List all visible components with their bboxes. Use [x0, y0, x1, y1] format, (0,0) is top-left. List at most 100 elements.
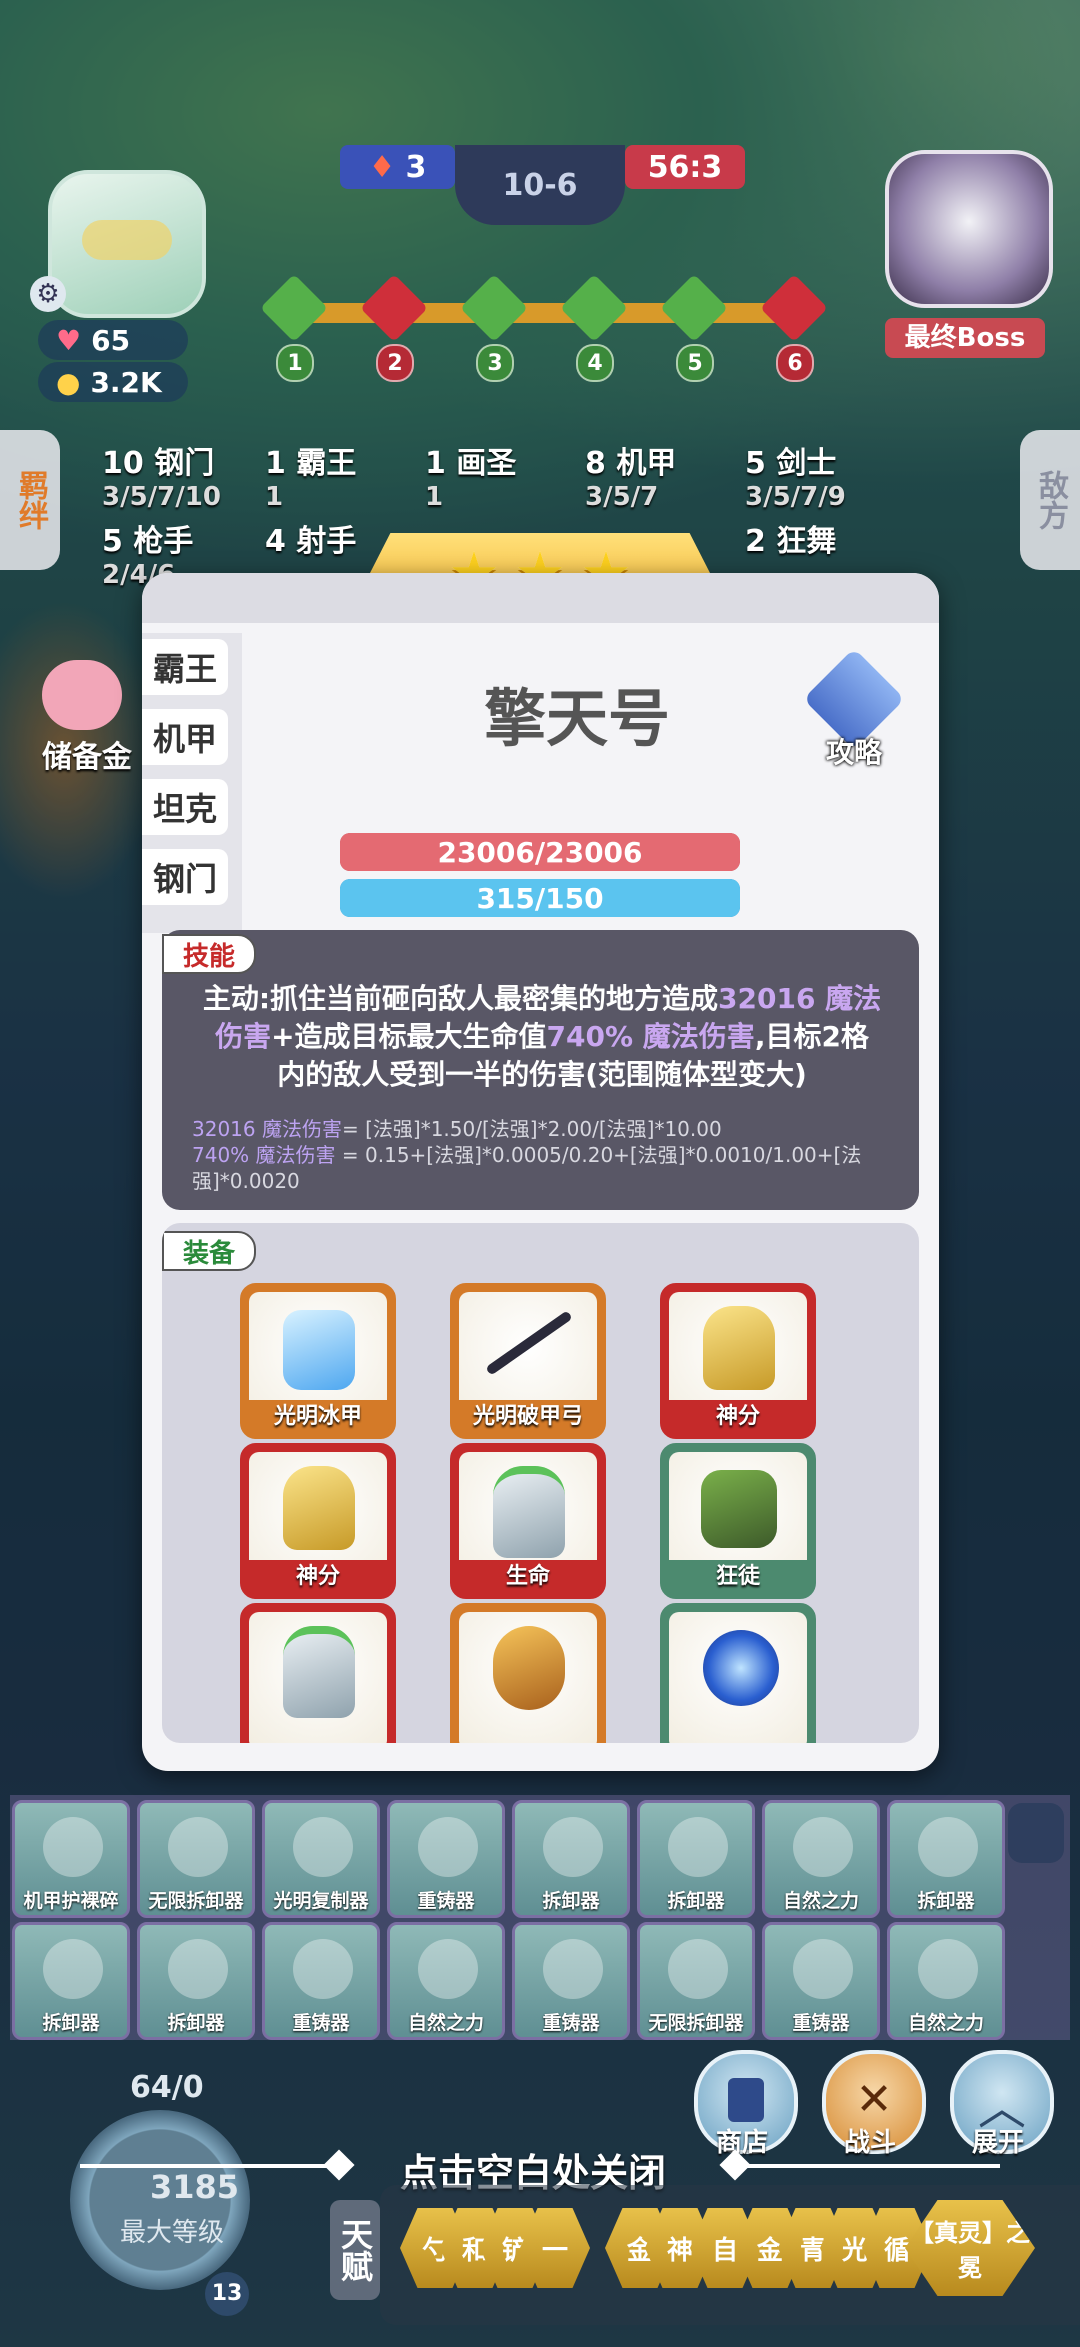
boss-label: 最终Boss: [885, 318, 1045, 358]
item-bench: 机甲护裸碎 无限拆卸器 光明复制器 重铸器 拆卸器 拆卸器 自然之力 拆卸器 拆…: [10, 1795, 1070, 2040]
skill-formula: 32016 魔法伤害= [法强]*1.50/[法强]*2.00/[法强]*10.…: [192, 1117, 862, 1193]
role-tag[interactable]: 霸王: [142, 639, 228, 695]
talent-tab[interactable]: 天赋: [330, 2200, 380, 2300]
bench-slot-label: 无限拆卸器: [148, 1890, 244, 1912]
bench-scrollbar[interactable]: [1008, 1803, 1064, 1863]
mana-bar: 315/150: [340, 879, 740, 917]
equipment-card[interactable]: 神分: [240, 1443, 396, 1599]
route-num-3: 3: [476, 344, 514, 382]
role-tag[interactable]: 坦克: [142, 779, 228, 835]
close-hint-divider-left: [80, 2164, 340, 2168]
mana-text: 315/150: [476, 881, 604, 915]
hp-bar: 23006/23006: [340, 833, 740, 871]
flame-icon: ♦: [368, 149, 396, 185]
bench-slot[interactable]: 拆卸器: [137, 1922, 255, 2040]
gold-helm-icon: [283, 1466, 355, 1550]
equipment-tag: 装备: [162, 1231, 256, 1271]
bench-slot-label: 重铸器: [542, 2012, 600, 2034]
bench-slot[interactable]: 重铸器: [762, 1922, 880, 2040]
silver-helm-icon: [283, 1626, 355, 1718]
bench-slot[interactable]: 无限拆卸器: [137, 1800, 255, 1918]
bond-item[interactable]: 1 霸王 1: [265, 438, 356, 512]
piggy-bank-icon[interactable]: [42, 660, 122, 730]
close-hint-divider-right: [740, 2164, 1000, 2168]
equipment-label: 神分: [245, 1560, 391, 1594]
item-icon: [293, 1939, 353, 1999]
enemy-tab[interactable]: 敌方: [1020, 430, 1080, 570]
bond-item[interactable]: 10 钢门 3/5/7/10: [102, 438, 221, 512]
route-node-4: [560, 274, 628, 342]
equipment-card[interactable]: 生命: [450, 1443, 606, 1599]
equipment-card[interactable]: [450, 1603, 606, 1743]
bond-item[interactable]: 4 射手: [265, 516, 356, 560]
equipment-card[interactable]: [240, 1603, 396, 1743]
bench-slot[interactable]: 拆卸器: [637, 1800, 755, 1918]
bond-item[interactable]: 1 画圣 1: [425, 438, 516, 512]
bench-slot[interactable]: 自然之力: [887, 1922, 1005, 2040]
bonds-tab[interactable]: 羁绊: [0, 430, 60, 570]
role-tag[interactable]: 钢门: [142, 849, 228, 905]
item-icon: [418, 1817, 478, 1877]
bench-slot[interactable]: 重铸器: [262, 1922, 380, 2040]
equipment-card[interactable]: 神分: [660, 1283, 816, 1439]
route-node-5: [660, 274, 728, 342]
role-tag[interactable]: 机甲: [142, 709, 228, 765]
bench-slot[interactable]: 自然之力: [762, 1800, 880, 1918]
bench-slot[interactable]: 光明复制器: [262, 1800, 380, 1918]
bench-slot-label: 重铸器: [417, 1890, 475, 1912]
skill-description: 主动:抓住当前砸向敌人最密集的地方造成32016 魔法伤害+造成目标最大生命值7…: [202, 982, 882, 1091]
boss-avatar[interactable]: [885, 150, 1053, 308]
guide-button[interactable]: 攻略: [803, 648, 905, 773]
bench-slot[interactable]: 重铸器: [387, 1800, 505, 1918]
shop-label: 商店: [715, 2128, 768, 2158]
settings-icon[interactable]: ⚙: [30, 276, 66, 312]
item-icon: [168, 1939, 228, 1999]
unit-detail-modal: 霸王 机甲 坦克 钢门 擎天号 攻略 23006/23006 315/150 技…: [142, 573, 939, 1771]
bench-slot[interactable]: 重铸器: [512, 1922, 630, 2040]
bond-item[interactable]: 2 狂舞: [745, 516, 836, 560]
hp-value: 65: [91, 323, 131, 357]
gold-mask-icon: [493, 1626, 565, 1710]
bond-item[interactable]: 5 剑士 3/5/7/9: [745, 438, 846, 512]
red-score: 56:3: [625, 145, 745, 189]
chevron-up-icon: ︿: [978, 2080, 1027, 2136]
bench-slot-label: 光明复制器: [273, 1890, 369, 1912]
bond-item[interactable]: 8 机甲 3/5/7: [585, 438, 676, 512]
piggy-bank-label: 储备金: [42, 740, 132, 775]
skill-tag: 技能: [162, 934, 256, 974]
bench-slot-label: 拆卸器: [667, 1890, 725, 1912]
modal-header-strip: [142, 573, 939, 623]
player-avatar[interactable]: [38, 160, 228, 320]
blue-score: ♦ 3: [340, 145, 455, 189]
role-tag-list: 霸王 机甲 坦克 钢门: [142, 633, 242, 933]
bench-slot-label: 拆卸器: [542, 1890, 600, 1912]
hp-text: 23006/23006: [437, 835, 643, 869]
bench-slot[interactable]: 拆卸器: [12, 1922, 130, 2040]
bench-slot[interactable]: 机甲护裸碎: [12, 1800, 130, 1918]
silver-helm-icon: [493, 1466, 565, 1558]
bench-slot-label: 自然之力: [782, 1890, 859, 1912]
bench-slot-label: 自然之力: [407, 2012, 484, 2034]
skill-panel: 技能 主动:抓住当前砸向敌人最密集的地方造成32016 魔法伤害+造成目标最大生…: [162, 930, 919, 1210]
equipment-card[interactable]: 光明破甲弓: [450, 1283, 606, 1439]
route-node-6: [760, 274, 828, 342]
bench-slot[interactable]: 自然之力: [387, 1922, 505, 2040]
equipment-card[interactable]: [660, 1603, 816, 1743]
bench-slot-label: 重铸器: [792, 2012, 850, 2034]
item-icon: [668, 1939, 728, 1999]
route-node-2: [360, 274, 428, 342]
bench-slot[interactable]: 无限拆卸器: [637, 1922, 755, 2040]
guide-label: 攻略: [825, 736, 882, 769]
equipment-label: 狂徒: [665, 1560, 811, 1594]
item-icon: [43, 1817, 103, 1877]
item-icon: [918, 1939, 978, 1999]
bench-slot-label: 重铸器: [292, 2012, 350, 2034]
equipment-card[interactable]: 狂徒: [660, 1443, 816, 1599]
bench-slot[interactable]: 拆卸器: [887, 1800, 1005, 1918]
item-icon: [793, 1817, 853, 1877]
bench-slot[interactable]: 拆卸器: [512, 1800, 630, 1918]
item-icon: [293, 1817, 353, 1877]
ice-armor-icon: [283, 1310, 355, 1390]
route-num-5: 5: [676, 344, 714, 382]
equipment-card[interactable]: 光明冰甲: [240, 1283, 396, 1439]
